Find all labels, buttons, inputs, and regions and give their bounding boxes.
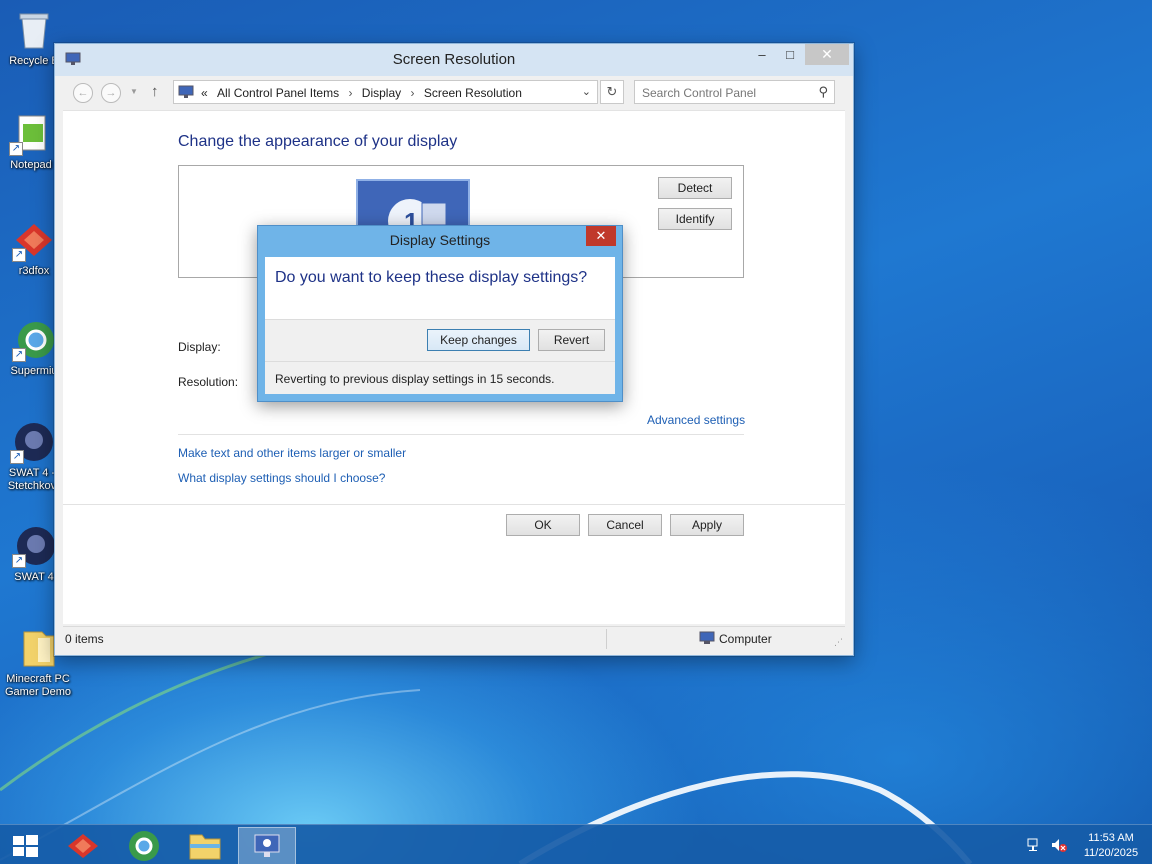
chevron-down-icon: ▼ — [130, 87, 138, 96]
display-settings-dialog: Display Settings ✕ Do you want to keep t… — [257, 225, 623, 402]
forward-button[interactable]: → — [101, 83, 121, 103]
up-arrow-icon: ↑ — [151, 83, 159, 100]
control-panel-icon — [178, 85, 194, 98]
resolution-label: Resolution: — [178, 375, 239, 389]
keep-changes-button[interactable]: Keep changes — [427, 329, 530, 351]
breadcrumb-separator-icon: › — [410, 86, 415, 100]
system-clock[interactable]: 11:53 AM 11/20/2025 — [1076, 831, 1146, 861]
search-placeholder: Search Control Panel — [642, 86, 757, 100]
breadcrumb-all-control-panel-items[interactable]: All Control Panel Items — [217, 86, 339, 100]
cancel-button[interactable]: Cancel — [588, 514, 662, 536]
clock-date: 11/20/2025 — [1083, 847, 1139, 859]
text-size-link[interactable]: Make text and other items larger or smal… — [178, 446, 406, 460]
status-item-count: 0 items — [65, 632, 104, 646]
section-divider — [178, 434, 744, 435]
forward-arrow-icon: → — [105, 87, 117, 99]
title-bar[interactable]: Screen Resolution ‒ □ ✕ — [55, 44, 853, 76]
browser-icon — [129, 831, 159, 861]
dialog-title: Display Settings — [389, 232, 491, 248]
display-help-link[interactable]: What display settings should I choose? — [178, 471, 385, 485]
taskbar-r3dfox[interactable] — [54, 827, 112, 864]
ok-button[interactable]: OK — [506, 514, 580, 536]
dialog-question: Do you want to keep these display settin… — [275, 269, 588, 286]
start-button[interactable] — [0, 827, 50, 864]
dialog-button-area: Keep changes Revert — [265, 319, 615, 361]
address-bar[interactable]: « All Control Panel Items › Display › Sc… — [173, 80, 598, 104]
volume-muted-icon[interactable] — [1050, 837, 1068, 853]
folder-icon — [189, 834, 221, 860]
dialog-footer: Reverting to previous display settings i… — [265, 361, 615, 394]
dialog-close-button[interactable]: ✕ — [586, 226, 616, 246]
apply-button[interactable]: Apply — [670, 514, 744, 536]
window-title: Screen Resolution — [392, 51, 516, 68]
taskbar-control-panel[interactable] — [238, 827, 296, 864]
identify-button[interactable]: Identify — [658, 208, 732, 230]
shortcut-arrow-icon: ↗ — [12, 248, 26, 262]
shortcut-arrow-icon: ↗ — [12, 554, 26, 568]
breadcrumb-overflow[interactable]: « — [201, 86, 208, 100]
breadcrumb-separator-icon: › — [348, 86, 353, 100]
detect-button[interactable]: Detect — [658, 177, 732, 199]
recycle-bin-icon — [12, 8, 56, 52]
network-icon[interactable] — [1026, 837, 1042, 853]
revert-countdown-text: Reverting to previous display settings i… — [275, 372, 555, 386]
refresh-button[interactable]: ↻ — [600, 80, 624, 104]
breadcrumb-screen-resolution[interactable]: Screen Resolution — [424, 86, 522, 100]
status-bar: 0 items Computer ⋰ — [63, 626, 845, 650]
search-input[interactable]: Search Control Panel ⚲ — [634, 80, 835, 104]
status-separator — [606, 629, 607, 649]
browser-icon: ↗ — [12, 318, 56, 362]
revert-button[interactable]: Revert — [538, 329, 605, 351]
address-dropdown-icon[interactable]: ⌄ — [582, 85, 591, 98]
taskbar-browser[interactable] — [115, 827, 173, 864]
up-button[interactable]: ↑ — [151, 83, 159, 100]
windows-logo-icon — [13, 835, 38, 857]
taskbar-file-explorer[interactable] — [176, 827, 234, 864]
breadcrumb-display[interactable]: Display — [362, 86, 401, 100]
shortcut-arrow-icon: ↗ — [9, 142, 23, 156]
notepad-icon: ↗ — [9, 112, 53, 156]
close-button[interactable]: ✕ — [805, 44, 849, 65]
back-arrow-icon: ← — [77, 87, 89, 99]
page-title: Change the appearance of your display — [178, 133, 458, 150]
computer-icon — [699, 631, 715, 644]
refresh-icon: ↻ — [606, 84, 618, 99]
search-icon: ⚲ — [818, 84, 828, 99]
dialog-body: Do you want to keep these display settin… — [265, 257, 615, 394]
r3dfox-icon: ↗ — [12, 218, 56, 262]
advanced-settings-link[interactable]: Advanced settings — [647, 413, 745, 427]
navigation-bar: ← → ▼ ↑ « All Control Panel Items › Disp… — [63, 76, 845, 108]
maximize-button[interactable]: □ — [777, 44, 803, 65]
swat-icon: ↗ — [10, 420, 54, 464]
minimize-button[interactable]: ‒ — [749, 44, 775, 65]
recent-locations-dropdown[interactable]: ▼ — [130, 87, 138, 96]
resize-grip-icon[interactable]: ⋰ — [834, 637, 843, 648]
footer-divider — [63, 504, 845, 505]
desktop-icon-label: Minecraft PC Gamer Demo — [4, 673, 72, 698]
shortcut-arrow-icon: ↗ — [10, 450, 24, 464]
status-location: Computer — [719, 632, 772, 646]
breadcrumb: « All Control Panel Items › Display › Sc… — [201, 86, 522, 100]
taskbar: 11:53 AM 11/20/2025 — [0, 824, 1152, 864]
back-button[interactable]: ← — [73, 83, 93, 103]
display-label: Display: — [178, 340, 221, 354]
shortcut-arrow-icon: ↗ — [12, 348, 26, 362]
control-panel-icon — [254, 834, 280, 857]
swat-icon: ↗ — [12, 524, 56, 568]
clock-time: 11:53 AM — [1088, 832, 1134, 844]
r3dfox-icon — [68, 834, 98, 858]
